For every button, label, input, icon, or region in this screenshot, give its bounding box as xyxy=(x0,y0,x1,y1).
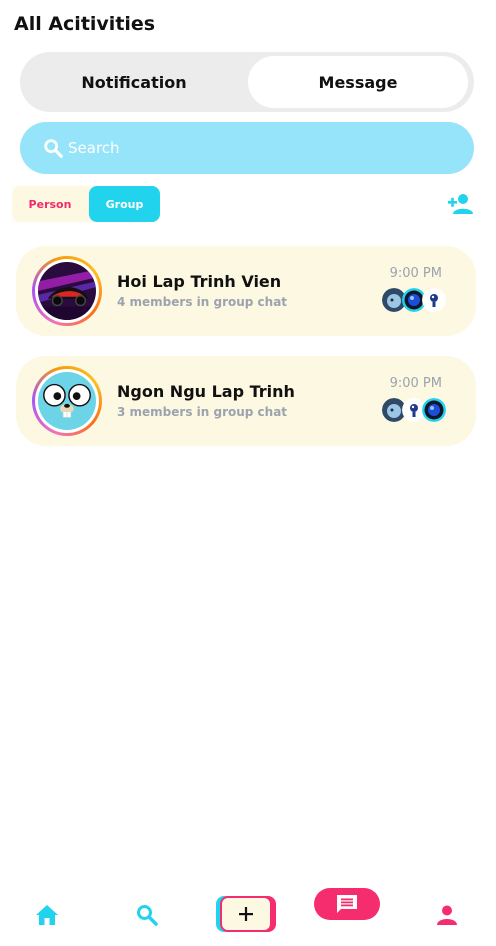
segmented-control: Notification Message xyxy=(20,52,474,112)
person-icon[interactable] xyxy=(437,905,457,925)
search-icon xyxy=(44,139,63,158)
page-title: All Acitivities xyxy=(14,13,156,35)
group-member-count: 3 members in group chat xyxy=(117,405,288,419)
home-icon[interactable] xyxy=(36,905,58,925)
chat-icon xyxy=(337,895,357,913)
tab-notification[interactable]: Notification xyxy=(24,56,244,108)
bottom-nav xyxy=(0,880,496,946)
group-member-count: 4 members in group chat xyxy=(117,295,288,309)
member-avatar xyxy=(422,398,446,422)
message-time: 9:00 PM xyxy=(389,266,442,281)
message-time: 9:00 PM xyxy=(389,376,442,391)
group-chat-card[interactable]: Ngon Ngu Lap Trinh 3 members in group ch… xyxy=(16,356,476,446)
group-avatar xyxy=(32,366,102,436)
filter-group-button[interactable]: Group xyxy=(89,186,160,222)
person-add-icon[interactable] xyxy=(448,192,474,216)
filter-toggle: Person Group xyxy=(12,186,160,222)
search-bar[interactable] xyxy=(20,122,474,174)
member-avatar xyxy=(422,288,446,312)
chat-button[interactable] xyxy=(314,888,380,920)
search-icon[interactable] xyxy=(136,904,158,926)
plus-icon[interactable] xyxy=(216,896,276,932)
group-name: Ngon Ngu Lap Trinh xyxy=(117,382,295,401)
group-avatar xyxy=(32,256,102,326)
tab-message[interactable]: Message xyxy=(248,56,468,108)
search-input[interactable] xyxy=(68,139,448,157)
group-chat-card[interactable]: Hoi Lap Trinh Vien 4 members in group ch… xyxy=(16,246,476,336)
group-name: Hoi Lap Trinh Vien xyxy=(117,272,282,291)
filter-person-button[interactable]: Person xyxy=(12,186,88,222)
